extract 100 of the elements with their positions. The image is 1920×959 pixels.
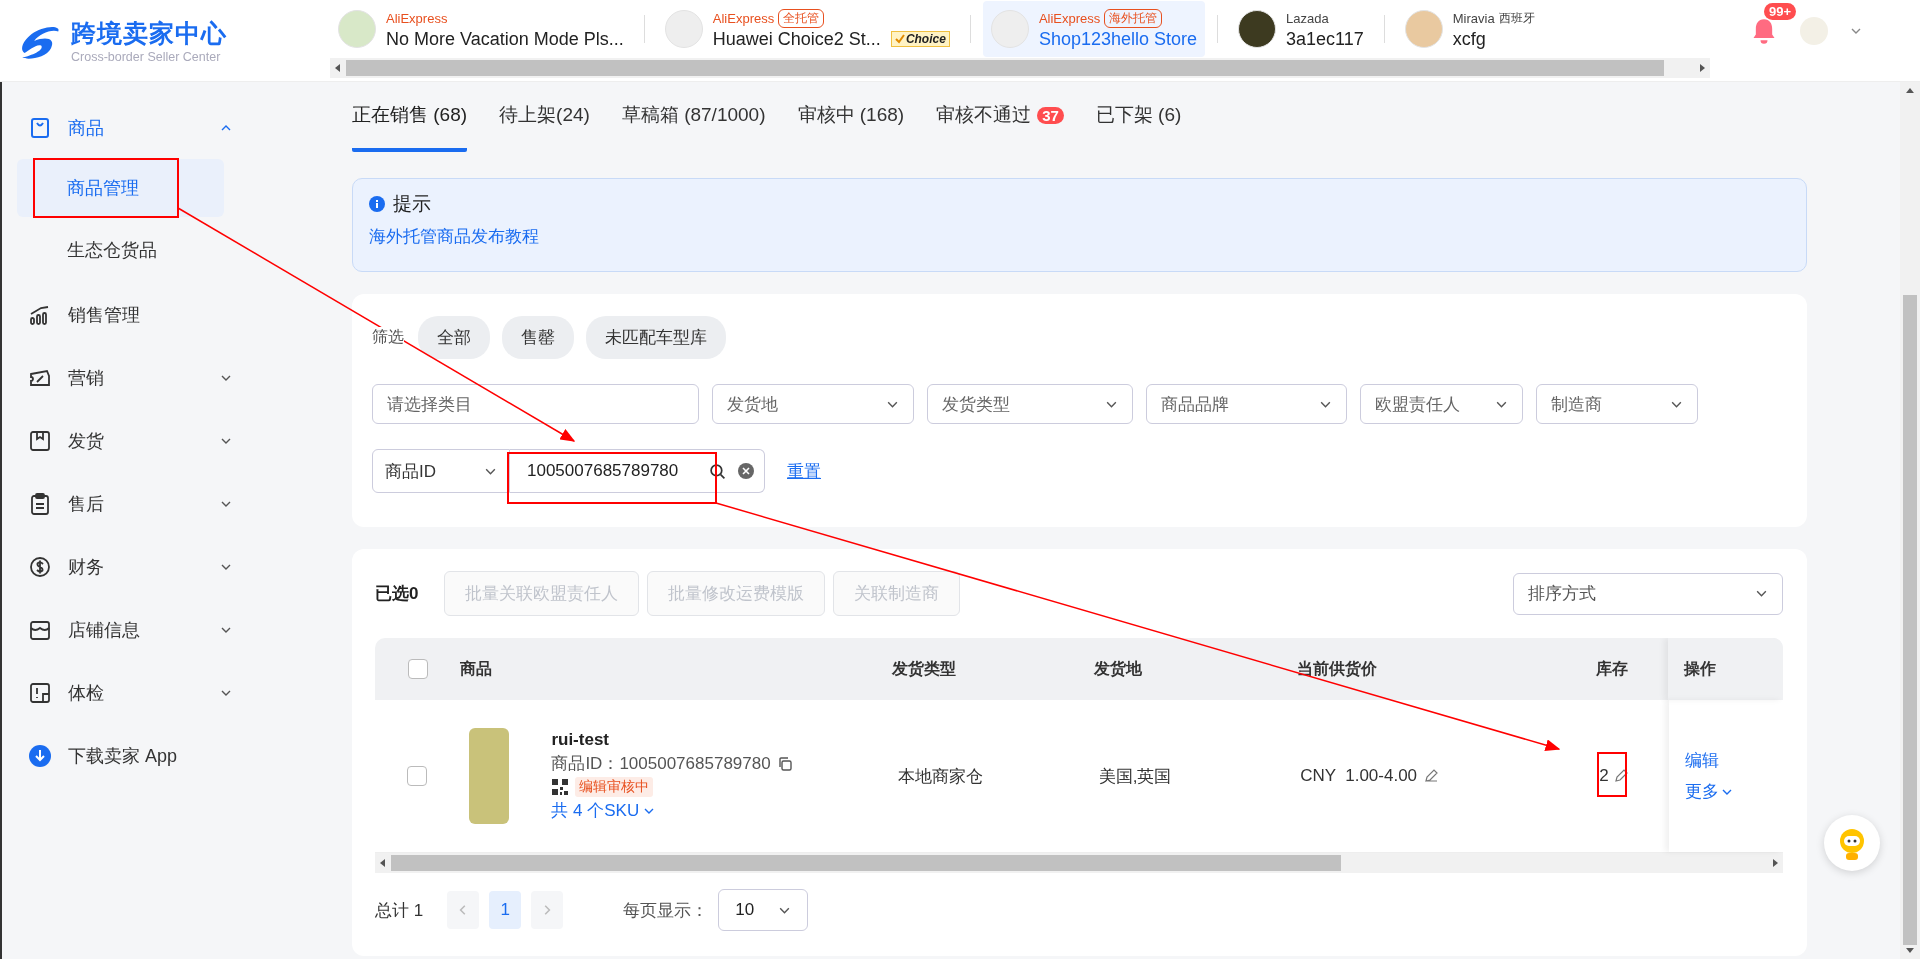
clear-icon[interactable] [738, 463, 754, 479]
reset-link[interactable]: 重置 [787, 459, 821, 483]
edit-link[interactable]: 编辑 [1684, 749, 1719, 772]
platform-name: Miravia [1452, 11, 1495, 26]
notice-title: 提示 [393, 192, 431, 216]
status-tab[interactable]: 草稿箱 (87/1000) [621, 102, 766, 152]
store-tab[interactable]: AliExpress No More Vacation Mode Pls... [330, 1, 632, 57]
product-id: 商品ID：1005007685789780 [551, 753, 771, 775]
column-header: 库存 [1595, 658, 1629, 679]
filter-dropdown[interactable]: 发货类型 [927, 384, 1133, 424]
scroll-right-icon[interactable] [1697, 63, 1707, 73]
store-name: Huawei Choice2 St... [712, 28, 881, 50]
info-icon [369, 196, 385, 212]
menu-label: 财务 [68, 555, 105, 579]
scroll-up-icon[interactable] [1905, 86, 1915, 96]
table-cell-text: 本地商家仓 [898, 765, 985, 788]
filter-dropdown[interactable]: 制造商 [1536, 384, 1698, 424]
page-button[interactable]: 1 [489, 891, 522, 929]
store-badge: 全托管 [778, 9, 825, 28]
menu-icon [28, 491, 52, 516]
store-avatar [990, 10, 1029, 48]
status-tab[interactable]: 正在销售 (68) [352, 102, 468, 152]
highlight-rectangle [1597, 752, 1627, 797]
product-title: rui-test [551, 730, 610, 750]
status-tab[interactable]: 已下架 (6) [1095, 102, 1182, 152]
edit-icon[interactable] [1423, 768, 1440, 784]
select-all-checkbox[interactable] [407, 659, 428, 679]
sidebar-item[interactable]: 店铺信息 [2, 598, 262, 661]
notification-count: 99+ [1764, 2, 1797, 20]
filter-chip[interactable]: 未匹配车型库 [586, 316, 726, 359]
qr-code-icon[interactable] [551, 778, 570, 796]
store-avatar [1238, 10, 1276, 48]
scroll-right-icon[interactable] [1770, 858, 1780, 868]
store-tab[interactable]: AliExpress 全托管 Huawei Choice2 St... Choice [656, 1, 958, 57]
store-tab[interactable]: Lazada 3a1ec117 [1230, 1, 1372, 57]
sidebar-subitem[interactable]: 生态仓货品 [17, 221, 224, 279]
menu-label: 店铺信息 [68, 618, 141, 642]
table-cell: 2 [1599, 766, 1609, 786]
copy-icon[interactable] [776, 755, 793, 772]
total-count: 总计 1 [375, 899, 424, 922]
search-field[interactable]: 1005007685789780 [510, 449, 765, 493]
sku-link[interactable]: 共 4 个SKU [551, 799, 793, 822]
sidebar-item[interactable]: 营销 [2, 346, 262, 409]
sidebar-subitem[interactable]: 商品管理 [17, 159, 224, 217]
store-name: No More Vacation Mode Pls... [386, 28, 624, 50]
platform-name: AliExpress [1038, 11, 1101, 26]
sidebar-item[interactable]: 发货 [2, 409, 262, 472]
store-tab[interactable]: Miravia 西班牙 xcfg [1396, 1, 1543, 57]
menu-icon [28, 743, 52, 768]
filter-chip[interactable]: 全部 [418, 316, 490, 359]
filter-dropdown[interactable]: 发货地 [712, 384, 914, 424]
store-avatar [1404, 10, 1443, 48]
row-checkbox[interactable] [407, 766, 428, 786]
platform-name: Lazada [1286, 11, 1329, 26]
sidebar-item[interactable]: 财务 [2, 535, 262, 598]
page-scrollbar[interactable] [1900, 82, 1920, 959]
menu-label: 体检 [68, 681, 105, 705]
store-name: Shop123hello Store [1038, 28, 1197, 50]
search-icon[interactable] [709, 462, 726, 480]
page-size-dropdown[interactable]: 10 [718, 889, 809, 931]
menu-label: 发货 [68, 429, 105, 453]
table-scrollbar[interactable] [375, 853, 1783, 873]
sidebar-item[interactable]: 体检 [2, 661, 262, 724]
category-field[interactable]: 请选择类目 [372, 384, 699, 424]
scroll-left-icon[interactable] [378, 858, 388, 868]
column-header: 发货类型 [892, 658, 957, 680]
filter-chip[interactable]: 售罄 [502, 316, 574, 359]
scroll-left-icon[interactable] [333, 63, 343, 73]
store-tab[interactable]: AliExpress 海外托管 Shop123hello Store [982, 1, 1205, 57]
choice-badge: Choice [890, 31, 950, 47]
filter-dropdown[interactable]: 欧盟责任人 [1360, 384, 1523, 424]
count-badge: 37 [1037, 106, 1064, 124]
sidebar-item[interactable]: 商品 [2, 96, 262, 159]
filter-dropdown[interactable]: 商品品牌 [1146, 384, 1347, 424]
sort-dropdown[interactable]: 排序方式 [1513, 572, 1783, 615]
sidebar-item[interactable]: 下载卖家 App [2, 724, 262, 787]
store-avatar [664, 10, 703, 48]
menu-label: 商品 [68, 116, 105, 140]
tutorial-link[interactable]: 海外托管商品发布教程 [369, 225, 539, 248]
status-tab[interactable]: 待上架(24) [499, 102, 590, 152]
store-scrollbar[interactable] [330, 58, 1710, 78]
status-tab[interactable]: 审核不通过 37 [936, 102, 1064, 152]
search-type-dropdown[interactable]: 商品ID [372, 449, 510, 493]
store-region: 西班牙 [1498, 10, 1535, 27]
logo-subtitle: Cross-border Seller Center [71, 50, 222, 64]
menu-icon [28, 428, 52, 453]
sidebar-item[interactable]: 售后 [2, 472, 262, 535]
status-tab[interactable]: 审核中 (168) [797, 102, 905, 152]
review-status-tag: 编辑审核中 [575, 777, 654, 797]
menu-label: 销售管理 [68, 303, 141, 327]
sidebar-item[interactable]: 销售管理 [2, 283, 262, 346]
table-cell-text: 美国,英国 [1098, 765, 1173, 788]
menu-label: 售后 [68, 492, 105, 516]
more-link[interactable]: 更多 [1684, 780, 1733, 803]
store-avatar [338, 10, 376, 48]
menu-label: 营销 [68, 366, 105, 390]
platform-name: AliExpress [712, 11, 775, 26]
logo-title: 跨境卖家中心 [71, 18, 227, 49]
menu-icon [28, 115, 52, 140]
platform-name: AliExpress [386, 11, 448, 26]
